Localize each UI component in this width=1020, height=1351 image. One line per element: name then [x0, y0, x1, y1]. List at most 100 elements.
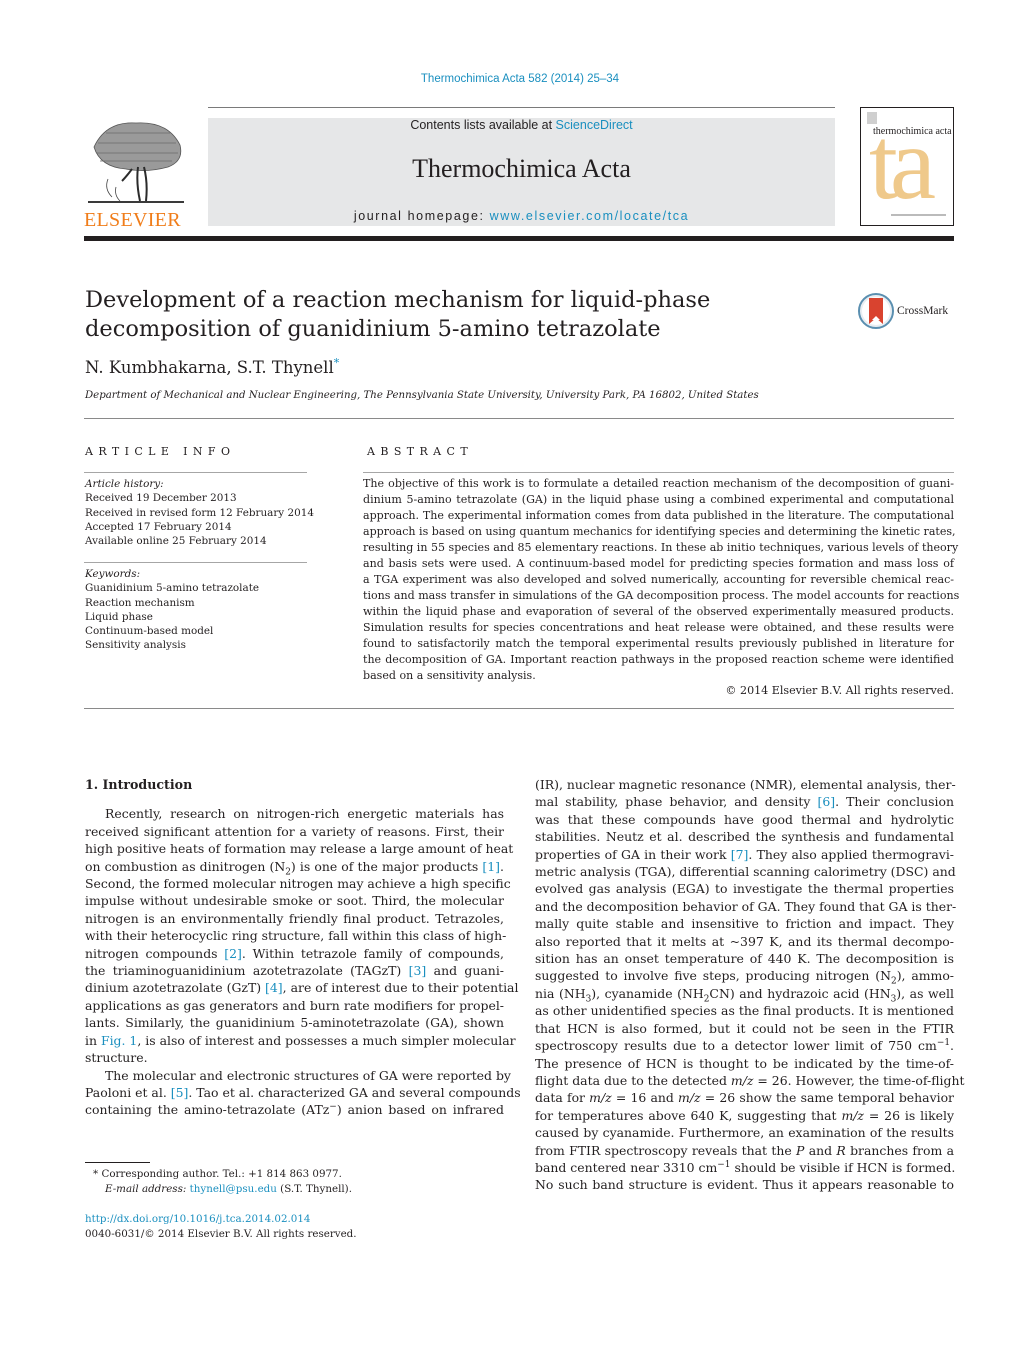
text-run: ), cyanamide (NH — [591, 985, 704, 1001]
divider — [84, 708, 954, 709]
divider — [84, 472, 307, 473]
text-run: applications as gas generators and burn … — [85, 997, 504, 1013]
journal-citation[interactable]: Thermochimica Acta 582 (2014) 25–34 — [0, 73, 1020, 85]
reference-link[interactable]: [3] — [409, 963, 427, 978]
doi-link[interactable]: http://dx.doi.org/10.1016/j.tca.2014.02.… — [85, 1212, 504, 1227]
crossmark-label: CrossMark — [897, 305, 949, 317]
text-run: was that these compounds have good therm… — [535, 811, 954, 827]
keyword-item: Guanidinium 5-amino tetrazolate — [85, 582, 260, 595]
abstract-heading: ABSTRACT — [367, 445, 474, 458]
superscript: − — [329, 1102, 337, 1113]
keyword-item: Liquid phase — [85, 610, 153, 623]
body-text-line: suggested to involve five steps, produci… — [535, 967, 954, 986]
text-run: containing the amino-tetrazolate (ATz — [85, 1102, 330, 1118]
body-text-line: nia (NH3), cyanamide (NH2CN) and hydrazo… — [535, 985, 954, 1004]
body-text-line: No such band structure is evident. Thus … — [535, 1176, 954, 1193]
divider — [363, 472, 954, 473]
body-text-line: in Fig. 1, is also of interest and posse… — [85, 1032, 516, 1049]
text-run: nitrogen is an environmentally friendly … — [85, 910, 504, 926]
footnote-rule — [85, 1162, 150, 1163]
reference-link[interactable]: [5] — [171, 1085, 189, 1100]
corresponding-author-mark[interactable]: * — [334, 357, 340, 370]
issn-copyright: 0040-6031/© 2014 Elsevier B.V. All right… — [85, 1228, 357, 1240]
divider — [84, 418, 954, 419]
text-run: . Tao et al. characterized GA and severa… — [188, 1084, 521, 1100]
text-run: nia (NH — [535, 985, 586, 1001]
body-text-line: metric analysis (TGA), differential scan… — [535, 863, 956, 880]
text-run: = 26. However, the time-of-flight — [753, 1072, 965, 1088]
body-text-line: also reported that it melts at ~397 K, a… — [535, 933, 954, 950]
text-run: = 26 is likely — [863, 1107, 954, 1123]
body-text-line: and the decomposition behavior of GA. Th… — [535, 898, 956, 915]
reference-link[interactable]: [6] — [817, 794, 835, 809]
body-text-line: was that these compounds have good therm… — [535, 811, 954, 828]
section-heading-introduction: 1. Introduction — [85, 777, 193, 792]
superscript: −1 — [936, 1037, 951, 1048]
text-run: also reported that it melts at ~397 K, a… — [535, 933, 954, 949]
sciencedirect-link[interactable]: ScienceDirect — [556, 118, 633, 132]
journal-homepage-link[interactable]: www.elsevier.com/locate/tca — [490, 209, 690, 223]
abstract-line: found to satisfactorily match the tempor… — [363, 637, 954, 650]
body-text-line: Recently, research on nitrogen-rich ener… — [85, 805, 504, 822]
text-run: ), as well — [896, 985, 954, 1001]
text-run: The molecular and electronic structures … — [105, 1067, 511, 1083]
reference-link[interactable]: Fig. 1 — [101, 1033, 137, 1048]
header-thick-rule — [84, 236, 954, 241]
article-history-label: Article history: — [85, 478, 164, 490]
abstract-body: The objective of this work is to formula… — [363, 476, 960, 684]
email-suffix: (S.T. Thynell). — [276, 1183, 352, 1195]
reference-link[interactable]: [1] — [482, 859, 500, 874]
journal-masthead: Contents lists available at ScienceDirec… — [208, 118, 835, 226]
reference-link[interactable]: [4] — [265, 980, 283, 995]
abstract-line: a TGA experiment was also developed and … — [363, 573, 954, 586]
text-run: . — [500, 858, 504, 874]
corresponding-author-footnote: * Corresponding author. Tel.: +1 814 863… — [85, 1167, 504, 1197]
reference-link[interactable]: [2] — [224, 946, 242, 961]
body-column-right: (IR), nuclear magnetic resonance (NMR), … — [535, 776, 965, 1194]
abstract-copyright: © 2014 Elsevier B.V. All rights reserved… — [725, 684, 954, 697]
body-text-line: lants. Similarly, the guanidinium 5-amin… — [85, 1014, 504, 1031]
keywords-label: Keywords: — [85, 568, 141, 580]
corresponding-author-text: Corresponding author. Tel.: +1 814 863 0… — [101, 1168, 342, 1180]
abstract-line: tions and mass transfer in simulations o… — [363, 589, 960, 602]
abstract-line: the decomposition of GA. Important react… — [363, 653, 954, 666]
journal-cover-thumbnail[interactable]: ta thermochimica acta — [860, 107, 954, 226]
text-run: and guani- — [426, 963, 505, 979]
body-text-line: stabilities. Neutz et al. described the … — [535, 828, 954, 845]
body-text-line: impulse without undesirable smoke or soo… — [85, 892, 504, 909]
crossmark-badge[interactable]: CrossMark — [858, 291, 958, 331]
body-text-line: data for m/z = 16 and m/z = 26 show the … — [535, 1089, 954, 1106]
text-run: R — [836, 1142, 846, 1158]
text-run: that HCN is also formed, but it could no… — [535, 1020, 954, 1036]
text-run: No such band structure is evident. Thus … — [535, 1177, 954, 1193]
text-run: for temperatures above 640 K, suggesting… — [535, 1107, 842, 1123]
text-run: from FTIR spectroscopy reveals that the — [535, 1142, 797, 1158]
text-run: lants. Similarly, the guanidinium 5-amin… — [85, 1015, 504, 1031]
history-item: Available online 25 February 2014 — [85, 535, 267, 548]
text-run: the triaminoguanidinium azotetrazolate (… — [85, 963, 409, 979]
keywords: Keywords: Guanidinium 5-amino tetrazolat… — [85, 567, 315, 653]
text-run: spectroscopy results due to a detector l… — [535, 1038, 937, 1054]
email-link[interactable]: thynell@psu.edu — [190, 1183, 277, 1195]
body-text-line: with their heterocyclic ring structure, … — [85, 927, 506, 944]
body-text-line: Second, the formed molecular nitrogen ma… — [85, 875, 511, 892]
abstract-line: approach is based on using quantum mecha… — [363, 525, 956, 538]
elsevier-tree-icon — [86, 117, 186, 205]
text-run: ) is one of the major products — [290, 858, 483, 874]
superscript: −1 — [717, 1159, 731, 1170]
body-text-line: evolved gas analysis (EGA) to investigat… — [535, 880, 954, 897]
body-text-line: from FTIR spectroscopy reveals that the … — [535, 1142, 954, 1159]
body-text-line: sition has an onset temperature of 440 K… — [535, 950, 954, 967]
citation-link[interactable]: Thermochimica Acta 582 (2014) 25–34 — [421, 73, 619, 85]
introduction-text-left: Recently, research on nitrogen-rich ener… — [85, 805, 521, 1118]
text-run: . — [950, 1038, 954, 1054]
text-run: (IR), nuclear magnetic resonance (NMR), … — [535, 777, 956, 792]
body-text-line: band centered near 3310 cm−1 should be v… — [535, 1159, 955, 1176]
reference-link[interactable]: [7] — [731, 847, 749, 862]
text-run: data for — [535, 1090, 590, 1106]
article-info-heading: ARTICLE INFO — [85, 445, 236, 458]
authors-text: N. Kumbhakarna, S.T. Thynell — [85, 358, 334, 377]
elsevier-logo[interactable]: ELSEVIER — [84, 117, 188, 231]
footnote-marker: * — [93, 1168, 99, 1180]
body-text-line: Paoloni et al. [5]. Tao et al. character… — [85, 1084, 521, 1101]
